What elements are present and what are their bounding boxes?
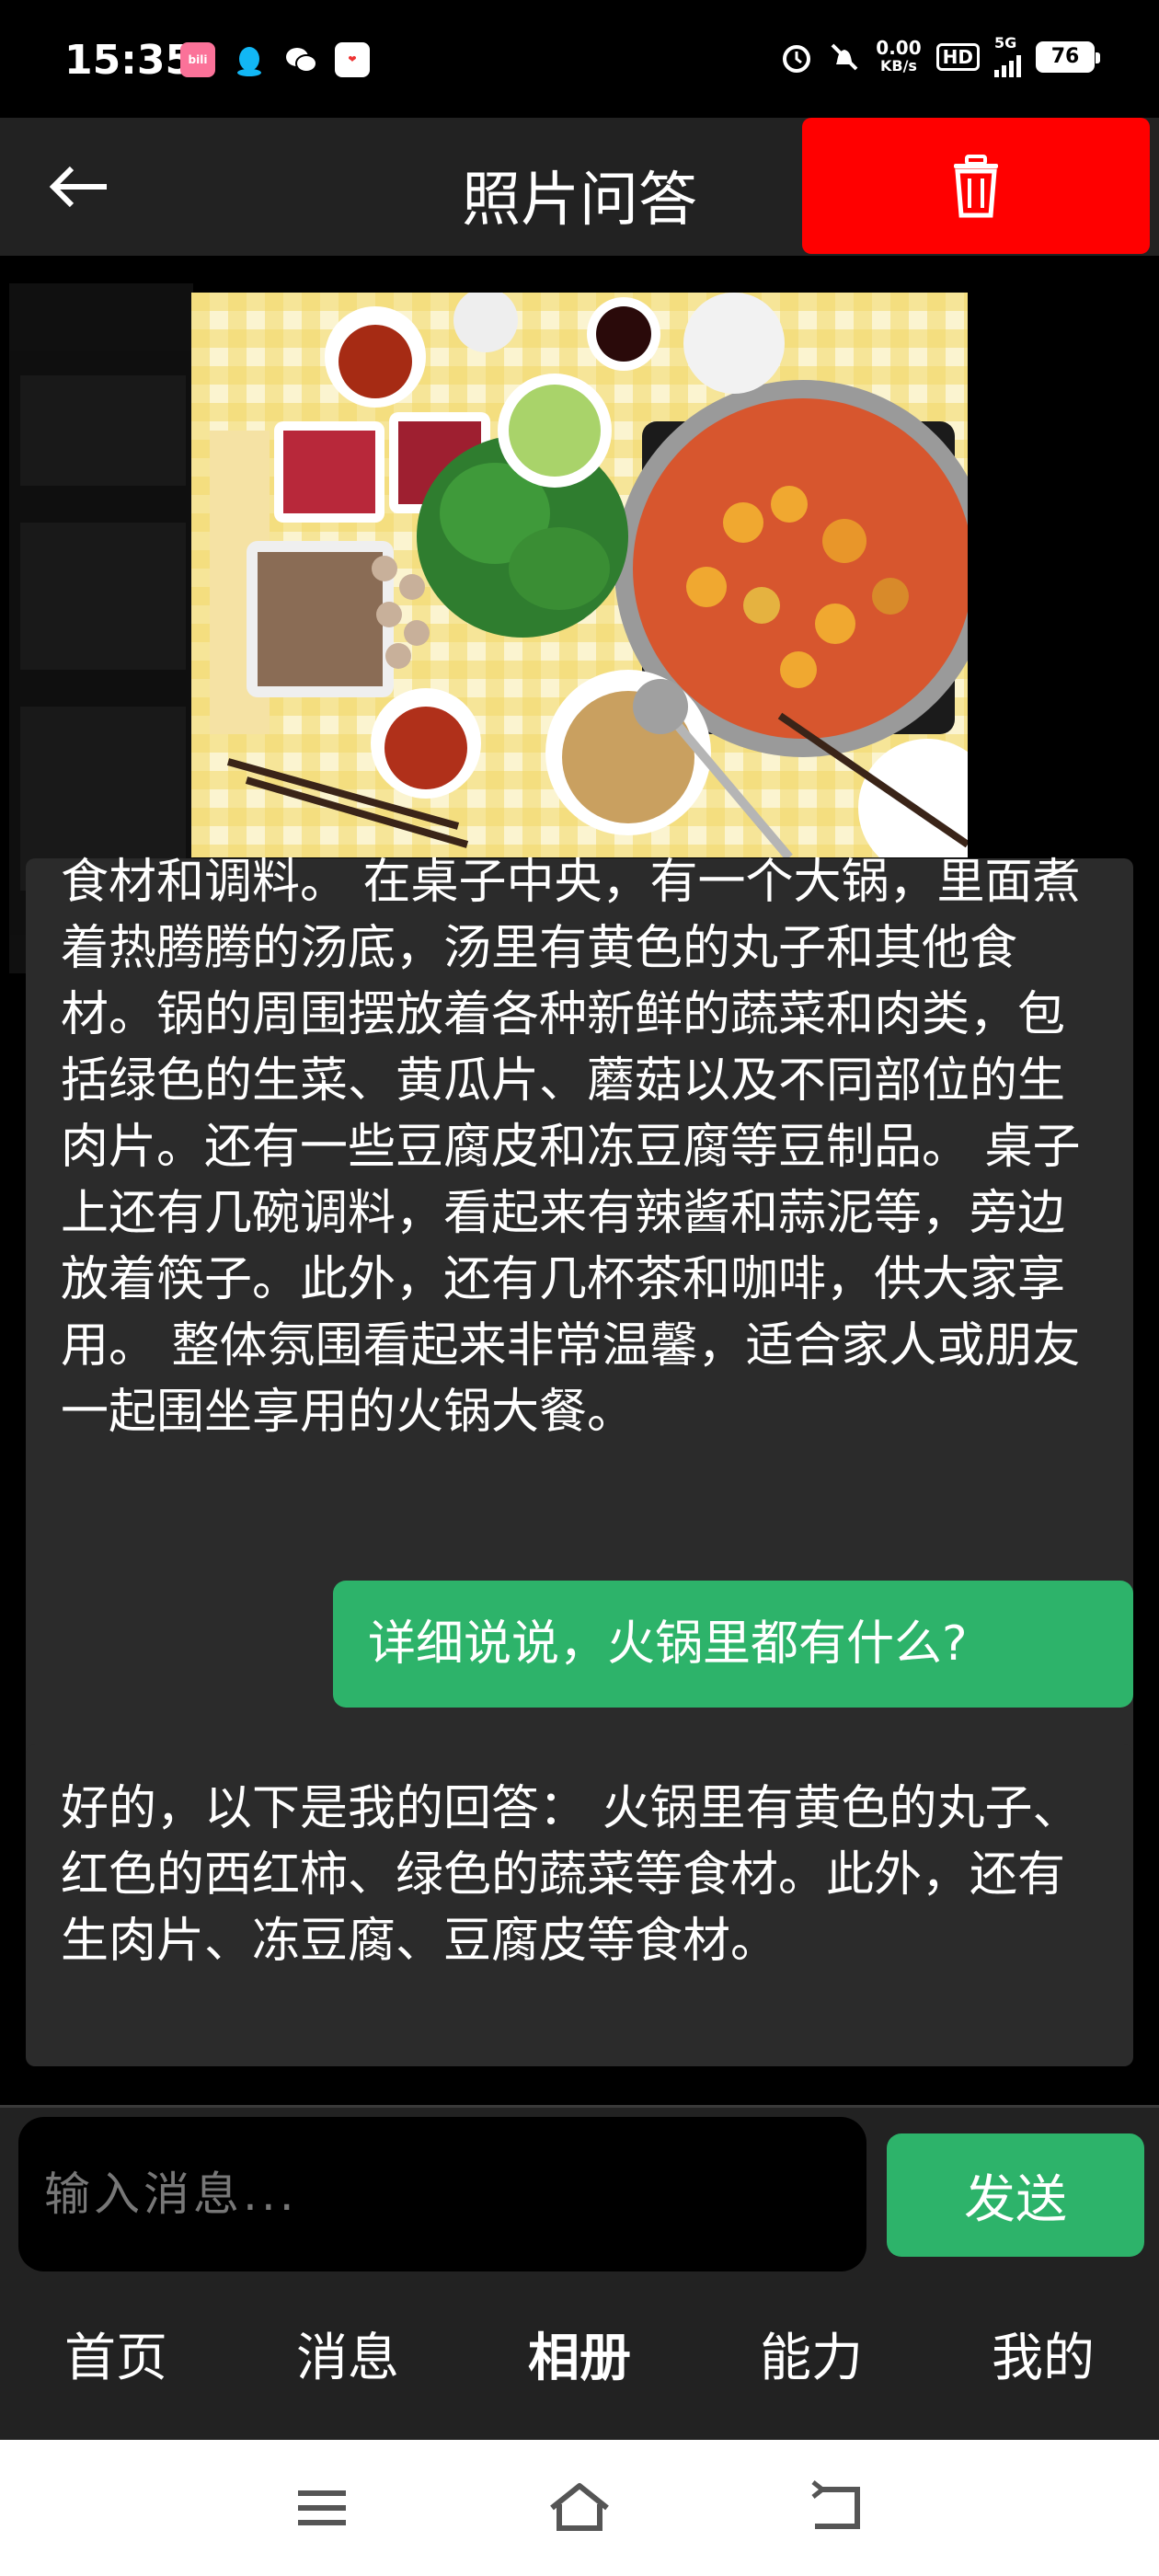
trash-icon bbox=[954, 155, 998, 218]
menu-icon bbox=[298, 2490, 346, 2525]
net-speed: 0.00 KB/s bbox=[876, 37, 922, 75]
hotpot-illustration bbox=[191, 293, 968, 857]
delete-button[interactable] bbox=[802, 118, 1150, 254]
back-icon bbox=[811, 2480, 860, 2529]
home-icon bbox=[550, 2483, 609, 2531]
system-nav-bar bbox=[0, 2440, 1159, 2576]
home-button[interactable] bbox=[543, 2480, 616, 2536]
status-indicators: 0.00 KB/s HD 5G 76 bbox=[780, 36, 1100, 77]
app-icon: ❤ bbox=[335, 42, 370, 77]
chat-area[interactable]: 食材和调料。 在桌子中央，有一个大锅，里面煮着热腾腾的汤底，汤里有黄色的丸子和其… bbox=[0, 256, 1159, 2105]
qq-icon bbox=[232, 42, 267, 77]
hd-badge: HD bbox=[935, 43, 980, 71]
send-button[interactable]: 发送 bbox=[887, 2133, 1144, 2257]
battery-icon: 76 bbox=[1036, 41, 1100, 73]
back-system-button[interactable] bbox=[800, 2480, 874, 2536]
bilibili-icon: bili bbox=[180, 42, 215, 77]
bottom-nav: 首页 消息 相册 能力 我的 bbox=[0, 2278, 1159, 2440]
input-bar: 发送 bbox=[0, 2105, 1159, 2278]
mute-bell-icon bbox=[831, 43, 858, 71]
hotpot-photo[interactable] bbox=[191, 293, 968, 857]
status-bar: 15:35 bili ❤ 0.00 KB/s HD 5G 76 bbox=[0, 0, 1159, 118]
signal-bars-icon bbox=[994, 50, 1021, 77]
nav-item-me[interactable]: 我的 bbox=[927, 2278, 1159, 2440]
nav-item-messages[interactable]: 消息 bbox=[232, 2278, 464, 2440]
nav-item-home[interactable]: 首页 bbox=[0, 2278, 232, 2440]
ai-message-text: 好的，以下是我的回答： 火锅里有黄色的丸子、红色的西红柿、绿色的蔬菜等食材。此外… bbox=[61, 1781, 1081, 1969]
signal-indicator: 5G bbox=[994, 36, 1021, 77]
status-app-icons: bili ❤ bbox=[180, 42, 370, 77]
ai-message-bubble[interactable]: 好的，以下是我的回答： 火锅里有黄色的丸子、红色的西红柿、绿色的蔬菜等食材。此外… bbox=[26, 1744, 1133, 2066]
wechat-icon bbox=[283, 42, 318, 77]
nav-item-album[interactable]: 相册 bbox=[464, 2278, 695, 2440]
nav-item-abilities[interactable]: 能力 bbox=[695, 2278, 927, 2440]
user-message-bubble[interactable]: 详细说说，火锅里都有什么? bbox=[333, 1581, 1133, 1708]
ai-message-text: 食材和调料。 在桌子中央，有一个大锅，里面煮着热腾腾的汤底，汤里有黄色的丸子和其… bbox=[61, 855, 1081, 1440]
menu-button[interactable] bbox=[285, 2480, 359, 2536]
message-input[interactable] bbox=[18, 2117, 866, 2271]
status-time: 15:35 bbox=[64, 37, 194, 84]
app-bar: 照片问答 bbox=[0, 118, 1159, 256]
alarm-icon bbox=[783, 45, 811, 73]
